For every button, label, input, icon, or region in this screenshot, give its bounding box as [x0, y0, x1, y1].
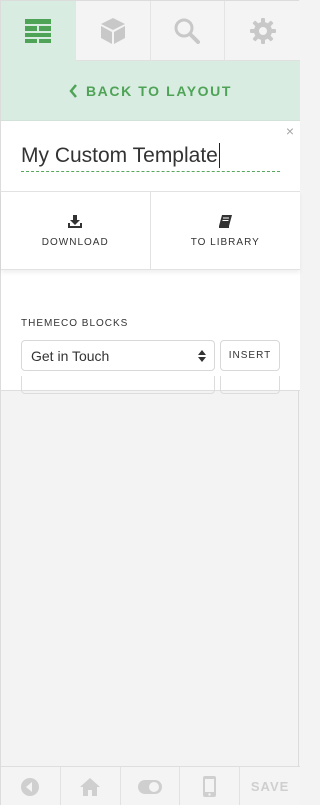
chevron-left-icon: [69, 83, 77, 98]
text-caret: [218, 143, 220, 168]
back-bar: BACK TO LAYOUT: [1, 61, 300, 121]
gear-icon: [249, 17, 276, 44]
close-icon[interactable]: ×: [286, 124, 294, 138]
builder-sidebar: BACK TO LAYOUT × My Custom Template DOWN…: [0, 0, 300, 805]
download-icon: [68, 214, 83, 228]
to-library-button[interactable]: TO LIBRARY: [151, 192, 301, 270]
themeco-blocks-heading: THEMECO BLOCKS: [21, 318, 129, 329]
partially-hidden-row: [21, 376, 280, 396]
bottom-toggle-button[interactable]: [121, 767, 181, 805]
blocks-select-value: Get in Touch: [31, 347, 110, 364]
layout-icon: [24, 19, 51, 43]
save-label: SAVE: [250, 779, 290, 794]
back-to-layout-label: BACK TO LAYOUT: [85, 82, 233, 99]
tab-search[interactable]: [150, 1, 226, 61]
tab-elements[interactable]: [75, 1, 151, 61]
download-label: DOWNLOAD: [41, 236, 109, 248]
bottom-back-button[interactable]: [1, 767, 61, 805]
book-icon: [218, 214, 232, 228]
tab-settings[interactable]: [225, 1, 300, 61]
bottom-home-button[interactable]: [61, 767, 121, 805]
to-library-label: TO LIBRARY: [190, 236, 260, 248]
template-actions: DOWNLOAD TO LIBRARY: [1, 191, 300, 270]
blocks-select[interactable]: Get in Touch: [21, 340, 215, 371]
mobile-icon: [203, 776, 217, 797]
hidden-select: [21, 376, 215, 394]
template-title-input[interactable]: My Custom Template: [21, 143, 280, 172]
hidden-button: [220, 376, 280, 394]
home-icon: [80, 777, 101, 796]
tab-layout[interactable]: [1, 1, 76, 61]
template-panel: × My Custom Template DOWNLOAD TO LIBRARY…: [1, 121, 300, 394]
top-tab-bar: [1, 1, 300, 61]
download-button[interactable]: DOWNLOAD: [1, 192, 151, 270]
back-icon: [21, 777, 40, 796]
insert-button[interactable]: INSERT: [220, 340, 280, 371]
toggle-icon: [137, 779, 162, 794]
search-icon: [174, 18, 201, 44]
template-title-value: My Custom Template: [21, 144, 218, 167]
select-arrows-icon: [198, 349, 206, 362]
bottom-toolbar: SAVE: [1, 766, 300, 805]
cube-icon: [100, 17, 125, 44]
bottom-mobile-button[interactable]: [180, 767, 241, 805]
save-button[interactable]: SAVE: [240, 767, 300, 805]
back-to-layout-link[interactable]: BACK TO LAYOUT: [69, 83, 232, 99]
